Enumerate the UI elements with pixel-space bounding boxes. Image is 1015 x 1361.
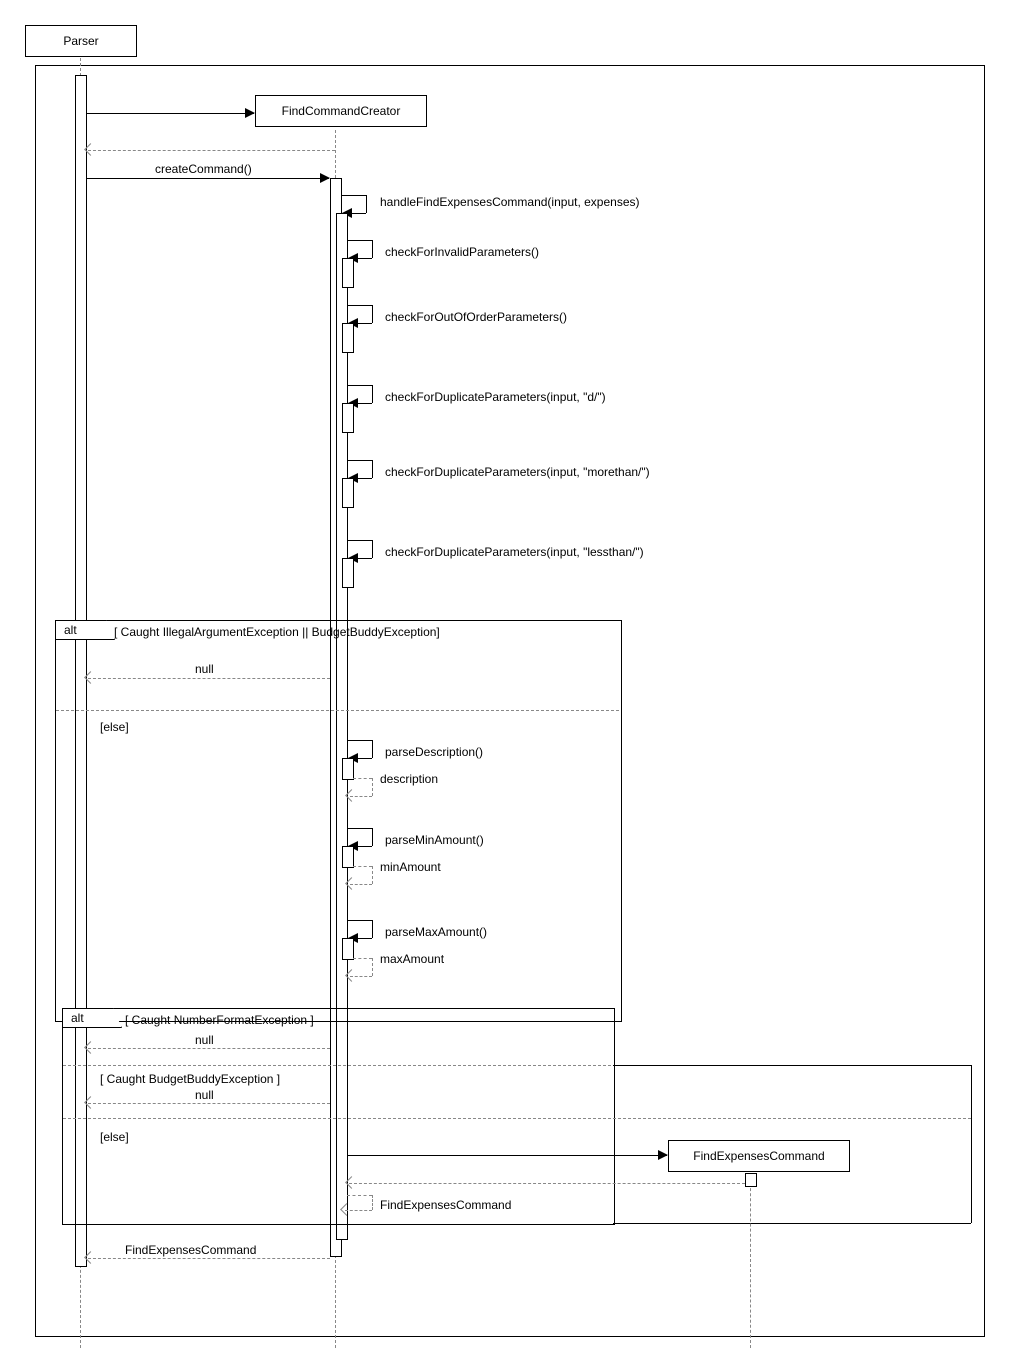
guard1-label: [ Caught IllegalArgumentException || Bud… bbox=[114, 625, 440, 639]
sc3-h1 bbox=[347, 305, 372, 306]
max-return: maxAmount bbox=[380, 952, 444, 966]
alt2-div2 bbox=[63, 1118, 971, 1119]
alt-tab-1: alt bbox=[55, 620, 115, 640]
pmax-h1 bbox=[347, 920, 372, 921]
label-checkinvalid: checkForInvalidParameters() bbox=[385, 245, 539, 259]
alt-frame-1 bbox=[55, 620, 622, 1022]
sc6-h1 bbox=[347, 540, 372, 541]
arrow-createcommand bbox=[86, 178, 329, 179]
pmin-h2 bbox=[358, 846, 372, 847]
label-dupd: checkForDuplicateParameters(input, "d/") bbox=[385, 390, 606, 404]
fec-final-label: FindExpensesCommand bbox=[125, 1243, 256, 1257]
sc5-h1 bbox=[347, 460, 372, 461]
sc3-h2 bbox=[358, 323, 372, 324]
sc5-v bbox=[372, 460, 373, 478]
sc1-h1 bbox=[341, 195, 366, 196]
fcc-label: FindCommandCreator bbox=[282, 104, 401, 118]
fec-sr-v bbox=[372, 1195, 373, 1210]
fcc-sub6 bbox=[342, 558, 354, 588]
label-createcommand: createCommand() bbox=[155, 162, 252, 176]
arrow-create-fcc bbox=[86, 113, 254, 114]
sc2-h1 bbox=[347, 240, 372, 241]
label-handle: handleFindExpensesCommand(input, expense… bbox=[380, 195, 639, 209]
alt2-ext-right bbox=[971, 1065, 972, 1223]
ah-create-fec bbox=[658, 1150, 668, 1160]
sc6-h2 bbox=[358, 558, 372, 559]
alt-label-1: alt bbox=[64, 623, 77, 637]
pd-act bbox=[342, 758, 354, 780]
null3-label: null bbox=[195, 1088, 214, 1102]
pmin-rh1 bbox=[353, 866, 372, 867]
pmax-rh1 bbox=[353, 958, 372, 959]
pd-h2 bbox=[358, 758, 372, 759]
pmin-v bbox=[372, 828, 373, 846]
else2-label: [else] bbox=[100, 1130, 129, 1144]
sc3-v bbox=[372, 305, 373, 323]
pd-rh1 bbox=[353, 778, 372, 779]
return-fcc-created bbox=[88, 150, 335, 151]
fec-final-arrow bbox=[88, 1258, 330, 1259]
fec-lifeline bbox=[750, 1173, 751, 1348]
arrow-create-fec bbox=[347, 1155, 667, 1156]
sc4-h1 bbox=[347, 385, 372, 386]
pd-v bbox=[372, 740, 373, 758]
sc4-h2 bbox=[358, 403, 372, 404]
fec-return bbox=[349, 1183, 745, 1184]
fcc-sub4 bbox=[342, 403, 354, 433]
null2-arrow bbox=[88, 1048, 330, 1049]
fec-label: FindExpensesCommand bbox=[693, 1149, 824, 1163]
null1-label: null bbox=[195, 662, 214, 676]
label-checkorder: checkForOutOfOrderParameters() bbox=[385, 310, 567, 324]
pmax-rv bbox=[372, 958, 373, 976]
ah-createcommand bbox=[320, 173, 330, 183]
alt1-div bbox=[56, 710, 619, 711]
fcc-sub5 bbox=[342, 478, 354, 508]
label-parsemin: parseMinAmount() bbox=[385, 833, 484, 847]
pmin-rv bbox=[372, 866, 373, 884]
fec-activation bbox=[745, 1173, 757, 1187]
alt-frame-2 bbox=[62, 1008, 615, 1225]
label-dupless: checkForDuplicateParameters(input, "less… bbox=[385, 545, 644, 559]
pd-rv bbox=[372, 778, 373, 796]
null1-arrow bbox=[88, 678, 330, 679]
min-return: minAmount bbox=[380, 860, 441, 874]
label-parsedesc: parseDescription() bbox=[385, 745, 483, 759]
pmax-v bbox=[372, 920, 373, 938]
desc-return: description bbox=[380, 772, 438, 786]
guard2-label: [ Caught NumberFormatException ] bbox=[125, 1013, 314, 1027]
alt-tab-2: alt bbox=[62, 1008, 122, 1028]
guard3-label: [ Caught BudgetBuddyException ] bbox=[100, 1072, 280, 1086]
else1-label: [else] bbox=[100, 720, 129, 734]
pmax-h2 bbox=[358, 938, 372, 939]
alt-label-2: alt bbox=[71, 1011, 84, 1025]
fcc-sub2 bbox=[342, 258, 354, 288]
sc5-h2 bbox=[358, 478, 372, 479]
alt2-ext-top bbox=[613, 1065, 971, 1066]
alt2-ext-bot bbox=[613, 1223, 971, 1224]
sc1-v bbox=[366, 195, 367, 213]
participant-fec: FindExpensesCommand bbox=[668, 1140, 850, 1172]
sc4-v bbox=[372, 385, 373, 403]
participant-findcommandcreator: FindCommandCreator bbox=[255, 95, 427, 127]
pmax-act bbox=[342, 938, 354, 960]
sc6-v bbox=[372, 540, 373, 558]
label-parsemax: parseMaxAmount() bbox=[385, 925, 487, 939]
fcc-sub3 bbox=[342, 323, 354, 353]
sc2-v bbox=[372, 240, 373, 258]
fec-sr-h1 bbox=[347, 1195, 372, 1196]
sc1-h2 bbox=[352, 213, 366, 214]
pmin-h1 bbox=[347, 828, 372, 829]
parser-label: Parser bbox=[63, 34, 98, 48]
pmin-act bbox=[342, 846, 354, 868]
participant-parser: Parser bbox=[25, 25, 137, 57]
null2-label: null bbox=[195, 1033, 214, 1047]
label-dupmore: checkForDuplicateParameters(input, "more… bbox=[385, 465, 650, 479]
pd-h1 bbox=[347, 740, 372, 741]
arrowhead-create-fcc bbox=[245, 108, 255, 118]
null3-arrow bbox=[88, 1103, 330, 1104]
fec-sr-label: FindExpensesCommand bbox=[380, 1198, 511, 1212]
sc2-h2 bbox=[358, 258, 372, 259]
